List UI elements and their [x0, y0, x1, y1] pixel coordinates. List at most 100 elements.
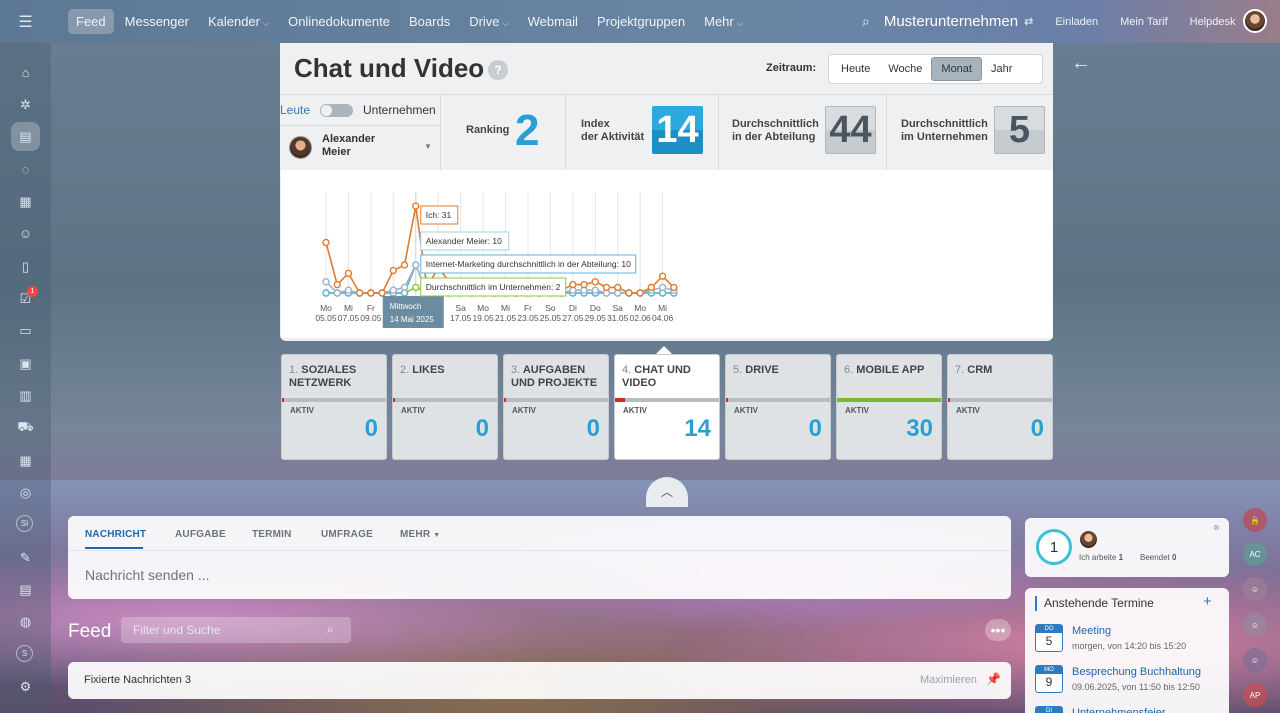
module-card[interactable]: 7. CRM AKTIV 0	[947, 354, 1053, 460]
nav-item-drive[interactable]: Drive ⌵	[461, 9, 516, 34]
feed-search-input[interactable]: Filter und Suche ⌕	[121, 617, 351, 643]
period-jahr[interactable]: Jahr	[982, 58, 1021, 80]
x-tick-label: Sa	[613, 303, 624, 313]
tab-more[interactable]: MEHR ▼	[400, 529, 440, 540]
event-dow: DO	[1036, 625, 1062, 633]
tab-poll[interactable]: UMFRAGE	[321, 529, 373, 540]
x-tick-label: Fr	[524, 303, 532, 313]
tasks-badge: 1	[27, 286, 38, 297]
help-icon[interactable]: ?	[488, 60, 508, 80]
nav-label: Webmail	[527, 14, 578, 29]
toggle-company-label[interactable]: Unternehmen	[363, 103, 436, 117]
close-icon[interactable]: ⊗	[1213, 523, 1220, 532]
drive-icon[interactable]: ▭	[16, 321, 35, 340]
card-progress-bar	[282, 398, 386, 402]
groups-icon[interactable]: ☺	[16, 224, 35, 243]
event-name[interactable]: Besprechung Buchhaltung	[1072, 666, 1201, 678]
cart-icon[interactable]: ⛟	[16, 418, 35, 437]
message-input[interactable]: Nachricht senden ...	[85, 567, 210, 583]
lock-icon[interactable]: 🔒	[1243, 508, 1267, 532]
pin-icon[interactable]: 📌	[986, 672, 1001, 686]
period-heute[interactable]: Heute	[832, 58, 879, 80]
user-avatar[interactable]	[1243, 9, 1267, 33]
nav-item-messenger[interactable]: Messenger	[117, 9, 197, 34]
back-arrow-icon[interactable]: ←	[1071, 52, 1091, 75]
module-card[interactable]: 1. SOZIALES NETZWERK AKTIV 0	[281, 354, 387, 460]
data-point	[412, 261, 420, 269]
sidebar-item-si[interactable]: SI	[16, 515, 33, 532]
feed-more-button[interactable]: •••	[985, 619, 1011, 641]
add-event-icon[interactable]: +	[1203, 593, 1212, 610]
data-point	[670, 283, 678, 292]
settings-icon[interactable]: ⚙	[16, 677, 35, 696]
data-point	[625, 289, 633, 297]
nav-item-onlinedokumente[interactable]: Onlinedokumente	[280, 9, 398, 34]
nav-item-webmail[interactable]: Webmail	[520, 9, 586, 34]
module-card[interactable]: 6. MOBILE APP AKTIV 30	[836, 354, 942, 460]
my-plan-link[interactable]: Mein Tarif	[1120, 16, 1167, 28]
feed-icon[interactable]: ▤	[16, 127, 35, 146]
date-tooltip-line: Mittwoch	[390, 302, 422, 311]
avatar-user[interactable]: ☺	[1243, 577, 1267, 601]
support-icon[interactable]: ◍	[16, 612, 35, 631]
nav-item-projektgruppen[interactable]: Projektgruppen	[589, 9, 693, 34]
user-selector[interactable]: Alexander Meier ▼	[280, 125, 440, 167]
nav-item-kalender[interactable]: Kalender ⌵	[200, 9, 277, 34]
chat-icon[interactable]: ◌	[16, 160, 35, 179]
contract-icon[interactable]: ▤	[16, 580, 35, 599]
menu-icon[interactable]: ☰	[0, 0, 51, 43]
dept-average-stat: Durchschnittlich in der Abteilung 44	[718, 94, 886, 170]
period-monat[interactable]: Monat	[931, 57, 982, 81]
x-tick-label: Mi	[344, 303, 353, 313]
home-icon[interactable]: ⌂	[16, 63, 35, 82]
company-name[interactable]: Musterunternehmen	[884, 13, 1018, 30]
tasks-widget[interactable]: 1 Ich arbeite 1 Beendet 0 ⊗	[1025, 518, 1229, 577]
sign-icon[interactable]: ✎	[16, 548, 35, 567]
puzzle-icon[interactable]: ✲	[16, 95, 35, 114]
nav-item-mehr[interactable]: Mehr ⌵	[696, 9, 751, 34]
x-tick-label: Mi	[501, 303, 510, 313]
avatar-user[interactable]: ☺	[1243, 648, 1267, 672]
tab-event[interactable]: TERMIN	[252, 529, 292, 540]
nav-item-boards[interactable]: Boards	[401, 9, 458, 34]
document-icon[interactable]: ▯	[16, 257, 35, 276]
target-icon[interactable]: ◎	[16, 483, 35, 502]
data-point	[400, 261, 409, 269]
period-woche[interactable]: Woche	[879, 58, 931, 80]
data-point	[344, 286, 353, 294]
maximize-link[interactable]: Maximieren	[920, 674, 977, 686]
analytics-icon[interactable]: ▥	[16, 386, 35, 405]
search-icon[interactable]: ⌕	[862, 13, 870, 30]
sidebar-item-s[interactable]: S	[16, 645, 33, 662]
event-name[interactable]: Unternehmensfeier	[1072, 707, 1166, 713]
module-card[interactable]: 5. DRIVE AKTIV 0	[725, 354, 831, 460]
avatar-ac[interactable]: AC	[1243, 542, 1267, 566]
event-dow: MO	[1036, 666, 1062, 674]
switch-icon[interactable]: ⇄	[1024, 15, 1033, 28]
tab-task[interactable]: AUFGABE	[175, 529, 226, 540]
tab-message[interactable]: NACHRICHT	[85, 529, 146, 540]
toggle-people-label[interactable]: Leute	[280, 103, 310, 117]
data-point	[636, 289, 644, 297]
invite-link[interactable]: Einladen	[1055, 16, 1098, 28]
people-company-switch[interactable]	[320, 104, 353, 117]
module-card[interactable]: 2. LIKES AKTIV 0	[392, 354, 498, 460]
ranking-value: 2	[515, 106, 540, 155]
pinned-messages[interactable]: Fixierte Nachrichten 3 Maximieren 📌	[68, 662, 1011, 699]
presentation-icon[interactable]: ▣	[16, 354, 35, 373]
search-icon[interactable]: ⌕	[327, 622, 334, 637]
avatar-user[interactable]: ☺	[1243, 613, 1267, 637]
event-name[interactable]: Meeting	[1072, 625, 1111, 637]
module-card[interactable]: 4. CHAT UND VIDEO AKTIV 14	[614, 354, 720, 460]
nav-item-feed[interactable]: Feed	[68, 9, 114, 34]
card-value: 0	[475, 415, 489, 442]
activity-chart[interactable]: Mo05.05Mi07.05Fr09.05So11.0505Sa17.05Mo1…	[281, 170, 1053, 338]
module-card[interactable]: 3. AUFGABEN UND PROJEKTE AKTIV 0	[503, 354, 609, 460]
data-point	[322, 289, 330, 297]
calendar-day-icon: DI	[1035, 706, 1063, 713]
nav-label: Feed	[76, 14, 106, 29]
avatar-ap[interactable]: AP	[1243, 683, 1267, 707]
helpdesk-link[interactable]: Helpdesk	[1190, 16, 1236, 28]
calendar-icon[interactable]: ▦	[16, 192, 35, 211]
planner-icon[interactable]: ▦	[16, 451, 35, 470]
